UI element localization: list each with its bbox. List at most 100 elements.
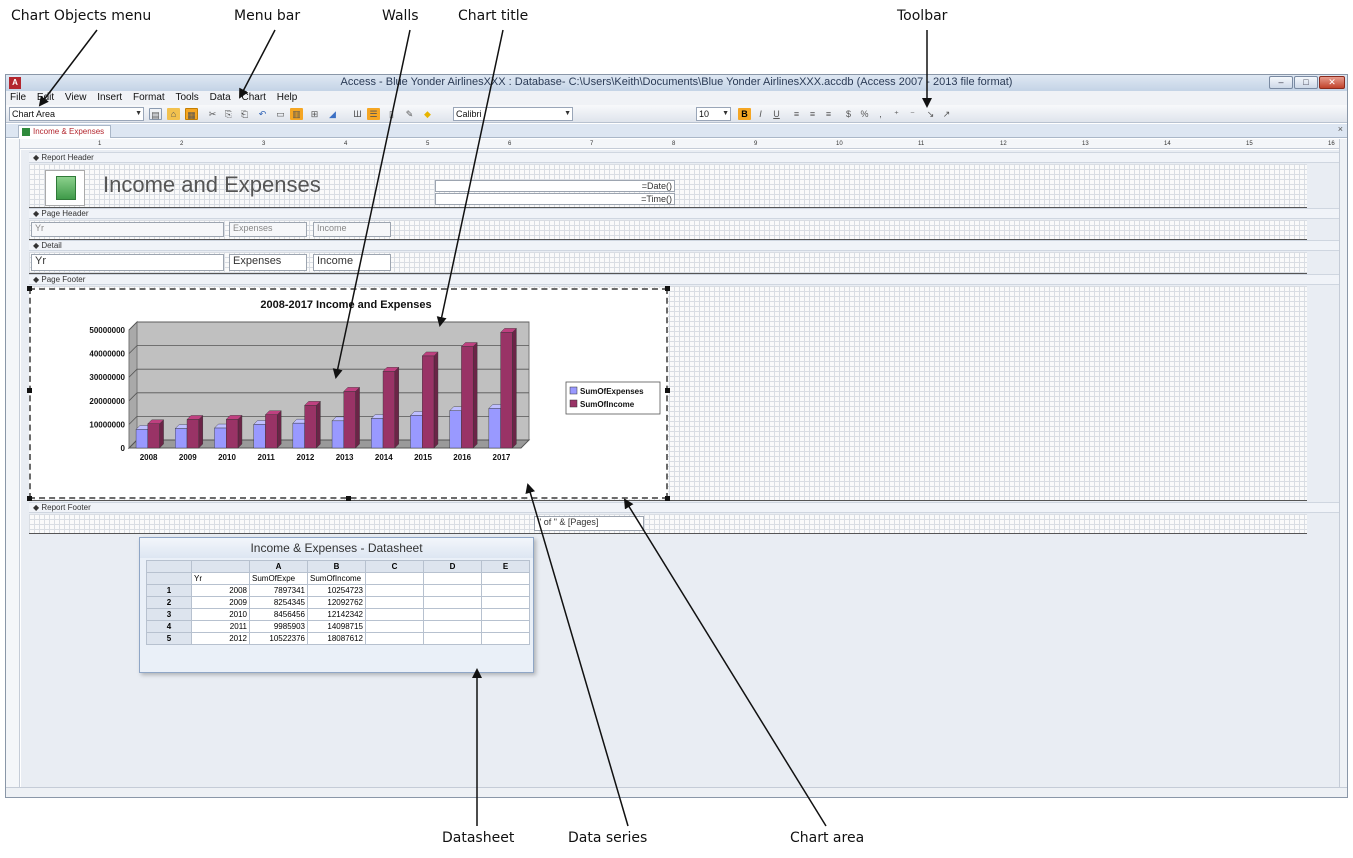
col-header-a[interactable]: A: [249, 560, 308, 573]
datasheet-cell[interactable]: [423, 584, 482, 597]
horizontal-scrollbar[interactable]: [6, 787, 1347, 797]
report-footer-bar[interactable]: ◆ Report Footer: [29, 502, 1347, 513]
datasheet-window[interactable]: Income & Expenses - Datasheet A B C D E …: [139, 537, 534, 673]
datasheet-cell[interactable]: [423, 572, 482, 585]
datasheet-cell[interactable]: 18087612: [307, 632, 366, 645]
resize-handle[interactable]: [346, 496, 351, 501]
drawing-icon[interactable]: ✎: [403, 108, 416, 120]
datasheet-grid[interactable]: A B C D E Yr SumOfExpe SumOfIncome 1 200…: [146, 560, 530, 645]
time-control[interactable]: =Time(): [435, 193, 675, 205]
col-header-b[interactable]: B: [307, 560, 366, 573]
report-header-bar[interactable]: ◆ Report Header: [29, 152, 1347, 163]
menu-chart[interactable]: Chart: [238, 91, 270, 104]
income-label[interactable]: Income: [313, 222, 391, 237]
align-left-icon[interactable]: ≡: [790, 108, 803, 120]
datasheet-cell[interactable]: [423, 596, 482, 609]
currency-icon[interactable]: $: [842, 108, 855, 120]
menu-format[interactable]: Format: [129, 91, 169, 104]
menu-insert[interactable]: Insert: [93, 91, 126, 104]
col-header-c[interactable]: C: [365, 560, 424, 573]
datasheet-cell[interactable]: 2011: [191, 620, 250, 633]
datasheet-cell[interactable]: 14098715: [307, 620, 366, 633]
comma-icon[interactable]: ,: [874, 108, 887, 120]
datasheet-cell[interactable]: 9985903: [249, 620, 308, 633]
resize-handle[interactable]: [27, 496, 32, 501]
by-row-icon[interactable]: ▭: [274, 108, 287, 120]
datasheet-cell[interactable]: [423, 608, 482, 621]
yr-label[interactable]: Yr: [31, 222, 224, 237]
percent-icon[interactable]: %: [858, 108, 871, 120]
data-table-icon[interactable]: ⊞: [308, 108, 321, 120]
row-header[interactable]: [146, 572, 192, 585]
align-center-icon[interactable]: ≡: [806, 108, 819, 120]
datasheet-cell[interactable]: 2010: [191, 608, 250, 621]
close-button[interactable]: ✕: [1319, 76, 1345, 89]
datasheet-cell[interactable]: 7897341: [249, 584, 308, 597]
datasheet-cell[interactable]: 8456456: [249, 608, 308, 621]
page-header-section[interactable]: Yr Expenses Income: [29, 220, 1307, 240]
import-file-icon[interactable]: ⌂: [167, 108, 180, 120]
resize-handle[interactable]: [27, 388, 32, 393]
datasheet-cell[interactable]: 10522376: [249, 632, 308, 645]
bold-button[interactable]: B: [738, 108, 751, 120]
vertical-scrollbar[interactable]: [1339, 139, 1347, 789]
report-logo[interactable]: [45, 170, 85, 206]
datasheet-cell[interactable]: SumOfExpe: [249, 572, 308, 585]
datasheet-cell[interactable]: 12142342: [307, 608, 366, 621]
pages-control[interactable]: " of " & [Pages]: [534, 516, 644, 531]
menu-view[interactable]: View: [61, 91, 91, 104]
copy-icon[interactable]: ⎘: [222, 108, 235, 120]
corner-cell[interactable]: [146, 560, 192, 573]
cut-icon[interactable]: ✂: [206, 108, 219, 120]
resize-handle[interactable]: [665, 388, 670, 393]
page-footer-bar[interactable]: ◆ Page Footer: [29, 274, 1347, 285]
datasheet-cell[interactable]: [365, 584, 424, 597]
datasheet-cell[interactable]: Yr: [191, 572, 250, 585]
align-right-icon[interactable]: ≡: [822, 108, 835, 120]
report-header-section[interactable]: Income and Expenses =Date() =Time(): [29, 164, 1307, 208]
expenses-label[interactable]: Expenses: [229, 222, 307, 237]
expenses-field[interactable]: Expenses: [229, 254, 307, 271]
datasheet-cell[interactable]: [481, 596, 530, 609]
tab-income-expenses[interactable]: Income & Expenses: [18, 125, 112, 138]
chart-objects-dropdown[interactable]: Chart Area ▼: [9, 107, 144, 121]
datasheet-cell[interactable]: SumOfIncome: [307, 572, 366, 585]
paste-icon[interactable]: ⎗: [238, 108, 251, 120]
format-selection-icon[interactable]: ▤: [149, 108, 162, 120]
col-header-e[interactable]: E: [481, 560, 530, 573]
datasheet-cell[interactable]: 10254723: [307, 584, 366, 597]
income-field[interactable]: Income: [313, 254, 391, 271]
datasheet-cell[interactable]: [365, 608, 424, 621]
datasheet-cell[interactable]: [365, 620, 424, 633]
datasheet-cell[interactable]: 12092762: [307, 596, 366, 609]
datasheet-cell[interactable]: [481, 584, 530, 597]
increase-decimal-icon[interactable]: ⁺: [890, 108, 903, 120]
maximize-button[interactable]: □: [1294, 76, 1318, 89]
datasheet-cell[interactable]: [481, 620, 530, 633]
col-header-yr[interactable]: [191, 560, 250, 573]
by-column-icon[interactable]: ▥: [290, 108, 303, 120]
yr-field[interactable]: Yr: [31, 254, 224, 271]
row-header[interactable]: 1: [146, 584, 192, 597]
date-control[interactable]: =Date(): [435, 180, 675, 192]
page-header-bar[interactable]: ◆ Page Header: [29, 208, 1347, 219]
close-tab-icon[interactable]: ×: [1338, 124, 1343, 134]
font-size-dropdown[interactable]: 10 ▼: [696, 107, 731, 121]
row-header[interactable]: 2: [146, 596, 192, 609]
angle-counterclockwise-icon[interactable]: ↗: [940, 108, 953, 120]
resize-handle[interactable]: [665, 496, 670, 501]
chart-type-icon[interactable]: ◢: [326, 108, 339, 120]
report-title[interactable]: Income and Expenses: [103, 172, 321, 198]
datasheet-cell[interactable]: 2009: [191, 596, 250, 609]
datasheet-cell[interactable]: [481, 572, 530, 585]
menu-file[interactable]: File: [6, 91, 30, 104]
minimize-button[interactable]: –: [1269, 76, 1293, 89]
col-header-d[interactable]: D: [423, 560, 482, 573]
datasheet-cell[interactable]: [481, 632, 530, 645]
detail-section[interactable]: Yr Expenses Income: [29, 252, 1307, 274]
row-header[interactable]: 5: [146, 632, 192, 645]
datasheet-cell[interactable]: [481, 608, 530, 621]
datasheet-cell[interactable]: [423, 620, 482, 633]
resize-handle[interactable]: [665, 286, 670, 291]
menu-tools[interactable]: Tools: [171, 91, 202, 104]
